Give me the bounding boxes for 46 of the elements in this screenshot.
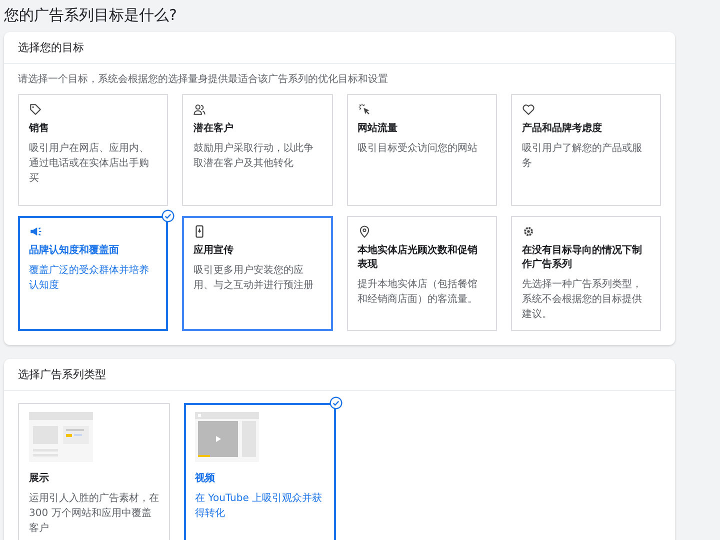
location-pin-icon xyxy=(358,225,370,238)
campaign-type-description: 在 YouTube 上吸引观众并获得转化 xyxy=(195,492,324,521)
campaign-type-description: 运用引人入胜的广告素材，在 300 万个网站和应用中覆盖客户 xyxy=(29,492,159,536)
goal-card[interactable]: 在没有目标导向的情况下制作广告系列 先选择一种广告系列类型，系统不会根据您的目标提供建议。 xyxy=(510,216,661,331)
goal-card[interactable]: 销售 吸引用户在网店、应用内、通过电话或在实体店出手购买 xyxy=(18,94,168,206)
megaphone-icon xyxy=(29,225,42,238)
goal-description: 鼓励用户采取行动，以此争取潜在客户及其他转化 xyxy=(193,142,314,171)
goal-description: 吸引用户在网店、应用内、通过电话或在实体店出手购买 xyxy=(29,142,150,186)
cursor-click-icon xyxy=(358,103,370,116)
goal-description: 吸引更多用户安装您的应用、与之互动并进行预注册 xyxy=(193,264,314,293)
hint-text: 请选择一个目标，系统会根据您的选择量身提供最适合该广告系列的优化目标和设置 xyxy=(18,72,389,86)
goal-title: 网站流量 xyxy=(358,122,398,136)
phone-icon xyxy=(193,225,206,238)
check-icon xyxy=(161,209,176,223)
section-title: 选择广告系列类型 xyxy=(18,368,106,381)
goal-card[interactable]: 本地实体店光顾次数和促销表现 提升本地实体店（包括餐馆和经销商店面）的客流量。 xyxy=(346,216,497,331)
goal-title: 品牌认知度和覆盖面 xyxy=(29,244,120,258)
people-icon xyxy=(193,103,206,116)
goal-title: 潜在客户 xyxy=(193,122,234,136)
goal-card[interactable]: 网站流量 吸引目标受众访问您的网站 xyxy=(346,94,497,206)
goal-card[interactable]: 潜在客户 鼓励用户采取行动，以此争取潜在客户及其他转化 xyxy=(182,94,332,206)
goal-title: 应用宣传 xyxy=(193,244,234,258)
video-ad-drawing xyxy=(195,412,259,462)
goal-description: 先选择一种广告系列类型，系统不会根据您的目标提供建议。 xyxy=(522,278,643,322)
goal-title: 在没有目标导向的情况下制作广告系列 xyxy=(522,244,643,272)
goal-card[interactable]: 产品和品牌考虑度 吸引用户了解您的产品或服务 xyxy=(510,94,661,206)
page-title: 您的广告系列目标是什么? xyxy=(4,5,178,26)
check-icon xyxy=(329,396,343,410)
goal-title: 本地实体店光顾次数和促销表现 xyxy=(358,244,478,272)
goal-title: 销售 xyxy=(29,122,50,136)
campaign-type-title: 视频 xyxy=(195,472,216,486)
goal-card[interactable]: 品牌认知度和覆盖面 覆盖广泛的受众群体并培养认知度 xyxy=(18,216,168,331)
campaign-type-card[interactable]: 视频 在 YouTube 上吸引观众并获得转化 xyxy=(184,403,336,540)
goal-card[interactable]: 应用宣传 吸引更多用户安装您的应用、与之互动并进行预注册 xyxy=(182,216,332,331)
section-title: 选择您的目标 xyxy=(18,41,84,54)
campaign-type-title: 展示 xyxy=(29,472,50,486)
goal-title: 产品和品牌考虑度 xyxy=(522,122,603,136)
tag-icon xyxy=(29,103,42,116)
goal-description: 吸引目标受众访问您的网站 xyxy=(358,142,478,156)
campaign-type-card[interactable]: 展示 运用引人入胜的广告素材，在 300 万个网站和应用中覆盖客户 xyxy=(18,403,170,540)
goal-description: 覆盖广泛的受众群体并培养认知度 xyxy=(29,264,150,293)
goal-description: 提升本地实体店（包括餐馆和经销商店面）的客流量。 xyxy=(358,278,478,307)
display-ad-drawing xyxy=(29,412,93,462)
settings-icon xyxy=(522,225,535,238)
goal-description: 吸引用户了解您的产品或服务 xyxy=(522,142,643,171)
heart-icon xyxy=(522,103,535,116)
